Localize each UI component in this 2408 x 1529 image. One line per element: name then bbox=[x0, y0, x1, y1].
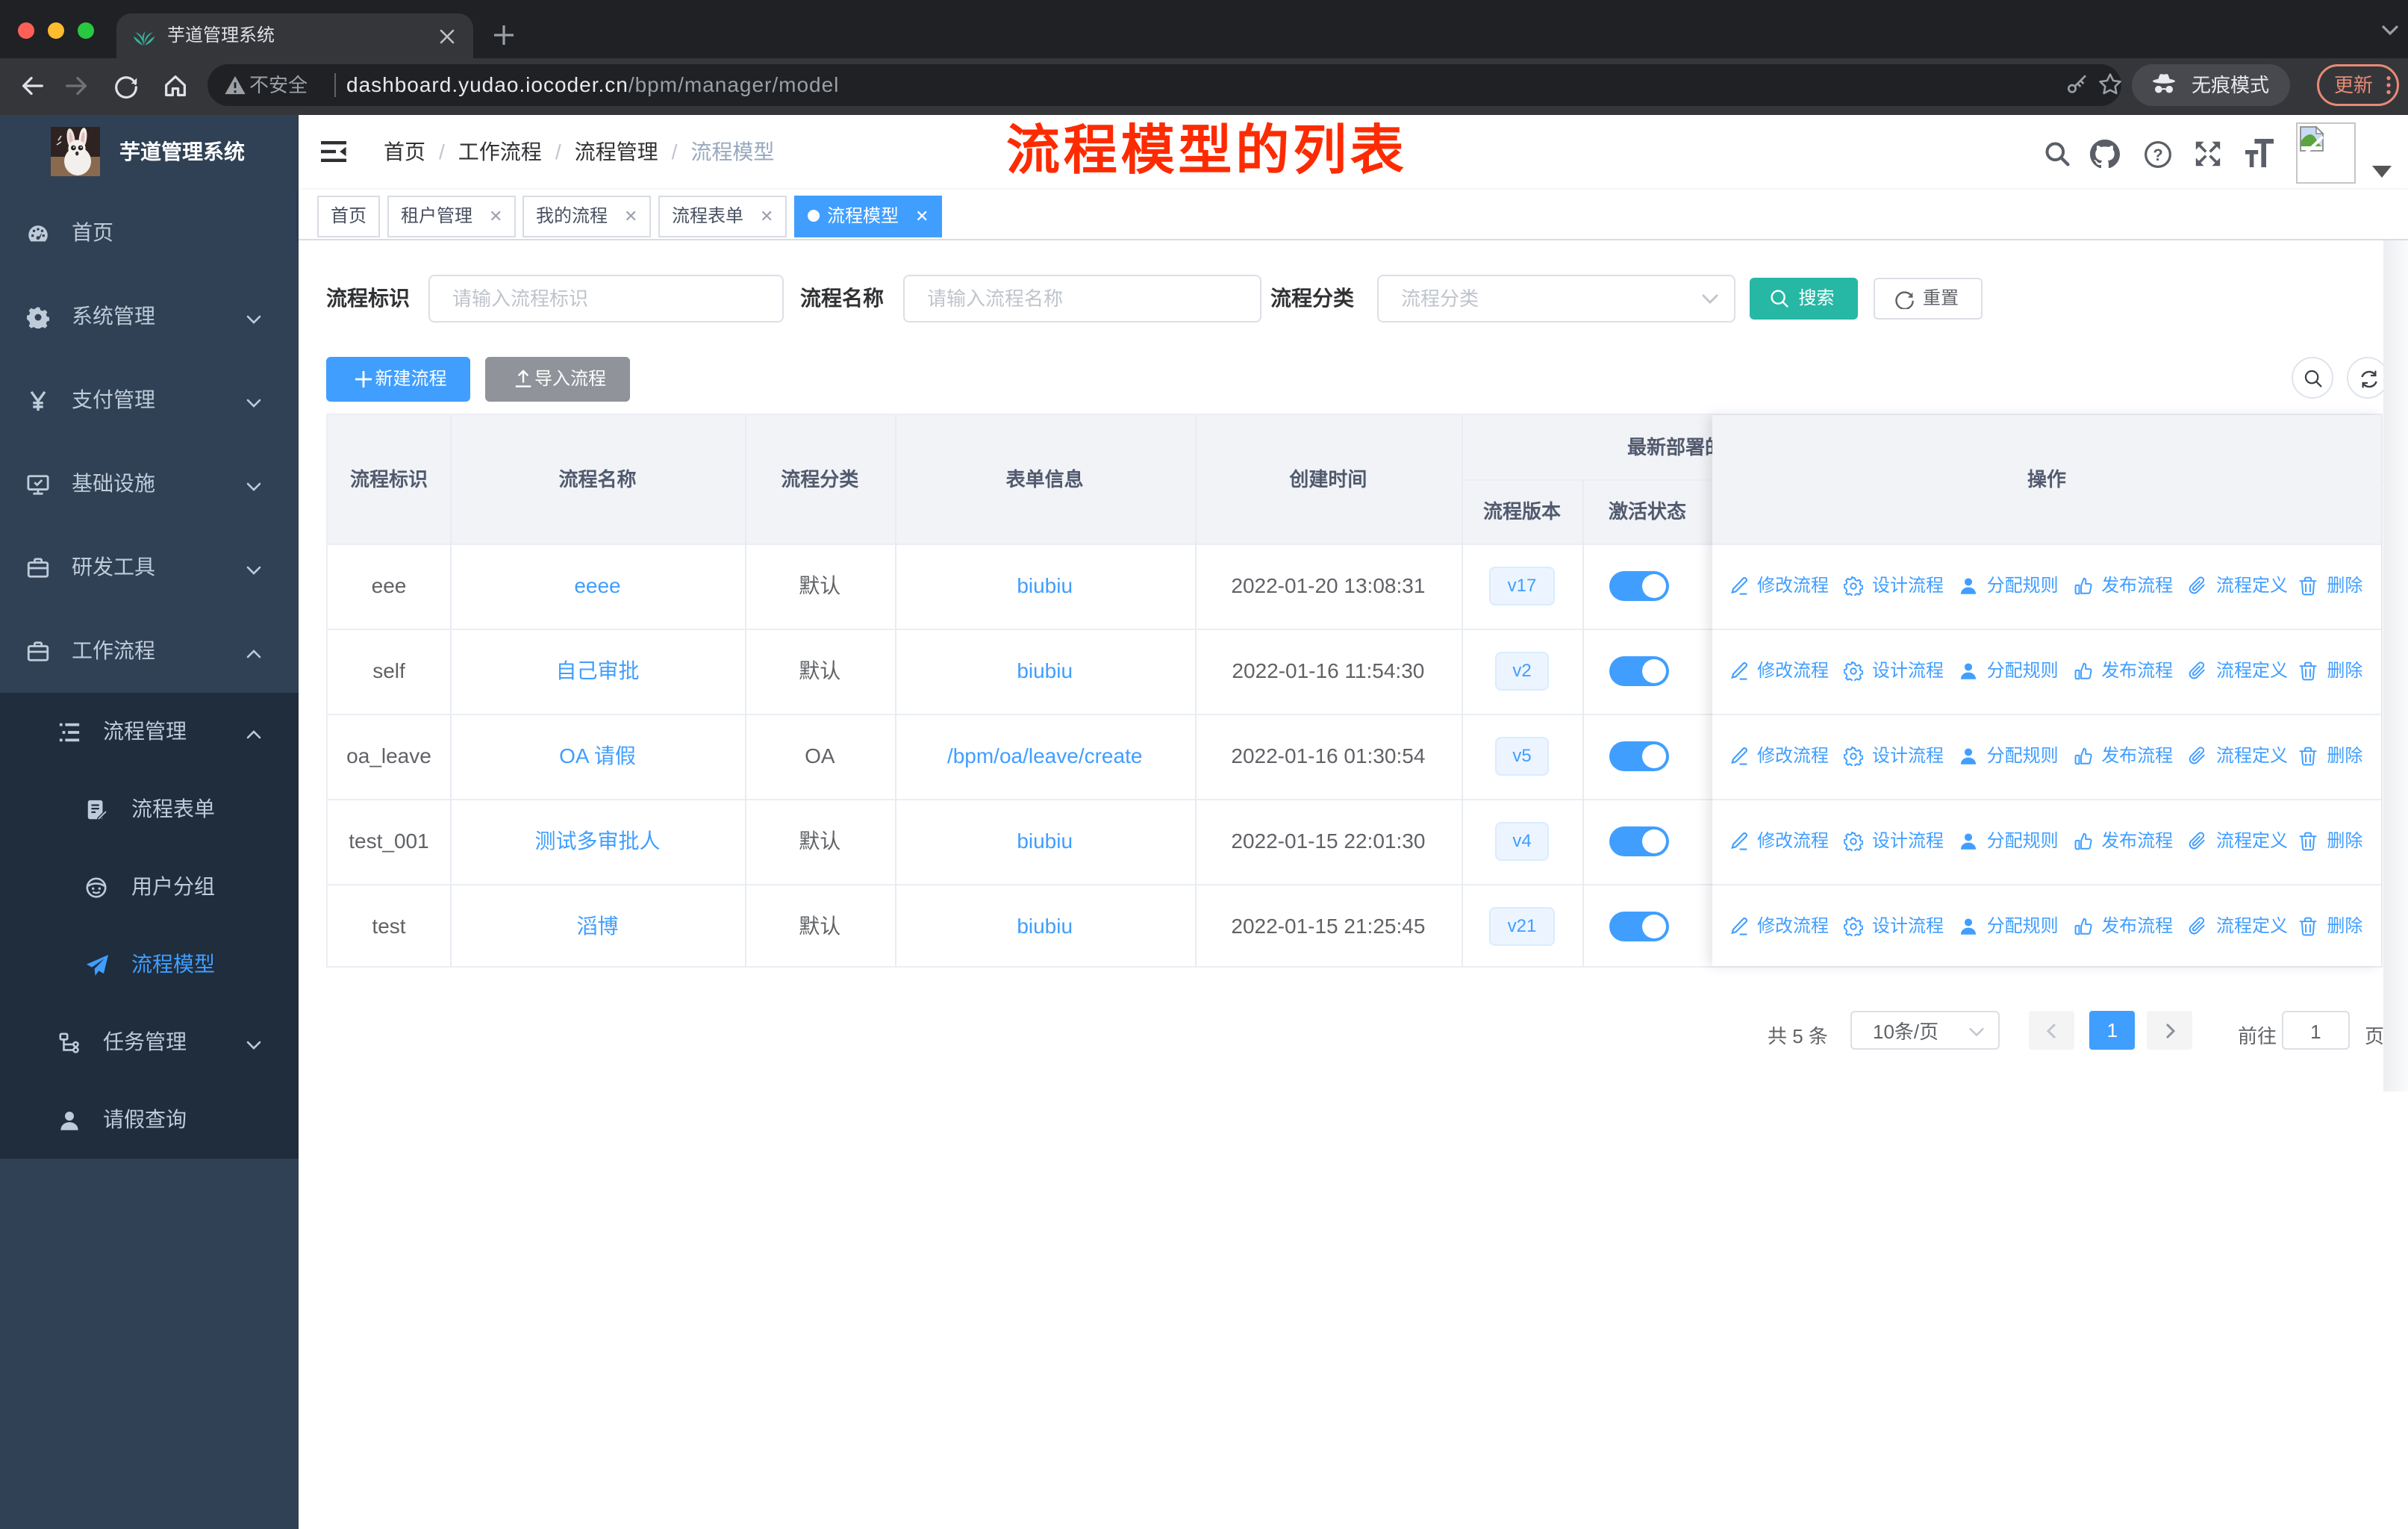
svg-text:?: ? bbox=[2153, 146, 2162, 164]
